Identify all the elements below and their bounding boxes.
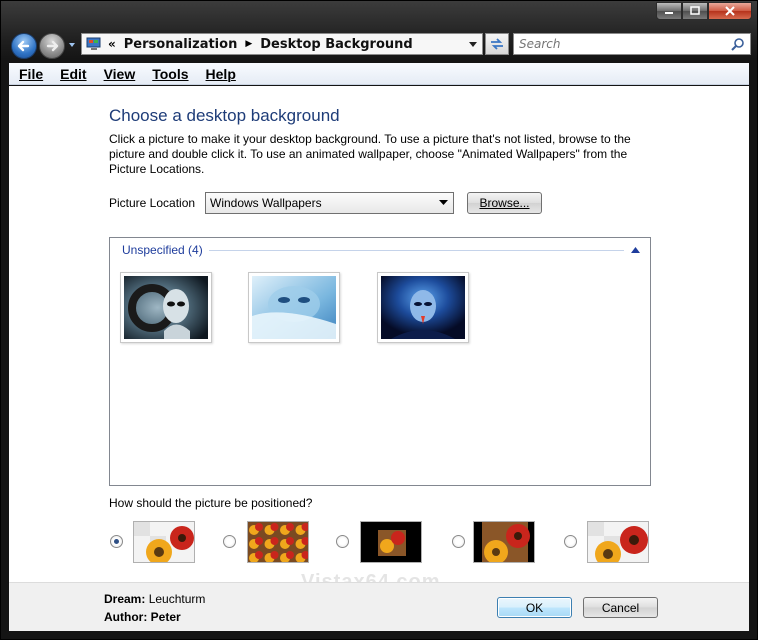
back-button[interactable] [11, 33, 37, 59]
app-window: « Personalization ▶ Desktop Background F… [0, 0, 758, 640]
dream-value: Leuchturm [148, 592, 206, 606]
refresh-button[interactable] [485, 33, 509, 55]
window-controls [656, 2, 752, 20]
arrow-right-icon [46, 40, 59, 52]
position-radio-stretch[interactable] [452, 535, 465, 548]
dream-info: Dream: Leuchturm [104, 592, 205, 606]
picture-location-value: Windows Wallpapers [210, 196, 322, 210]
breadcrumb-desktop-background[interactable]: Desktop Background [260, 37, 412, 52]
picture-location-select[interactable]: Windows Wallpapers [205, 192, 454, 214]
position-radio-fit[interactable] [110, 535, 123, 548]
minimize-button[interactable] [656, 2, 682, 20]
alien-wallpaper-image [124, 276, 208, 339]
forward-button[interactable] [39, 33, 65, 59]
close-icon [725, 6, 735, 16]
menu-edit[interactable]: Edit [60, 66, 86, 82]
position-preview-center[interactable] [360, 521, 422, 563]
chevron-up-icon [630, 247, 640, 253]
group-header[interactable]: Unspecified (4) [122, 242, 642, 258]
position-preview-tile[interactable] [247, 521, 309, 563]
footer-bar: Dream: Leuchturm Author: Peter OK Cancel [9, 582, 749, 631]
maximize-icon [690, 6, 700, 15]
position-preview-fit-image [134, 522, 194, 562]
position-preview-fill[interactable] [587, 521, 649, 563]
menu-file[interactable]: File [19, 66, 43, 82]
address-bar[interactable]: « Personalization ▶ Desktop Background [81, 33, 483, 55]
minimize-icon [665, 12, 673, 14]
browse-button[interactable]: Browse... [467, 192, 542, 214]
collapse-group-button[interactable] [628, 247, 642, 253]
recent-pages-dropdown-icon[interactable] [68, 41, 76, 49]
address-overflow-chevron[interactable]: « [108, 37, 116, 51]
cancel-button[interactable]: Cancel [583, 597, 658, 618]
position-radio-tile[interactable] [223, 535, 236, 548]
address-dropdown-icon[interactable] [468, 39, 478, 49]
wallpaper-thumbnail-alien[interactable] [120, 272, 212, 343]
position-preview-tile-image [248, 522, 308, 562]
face-wallpaper-image [252, 276, 336, 339]
breadcrumb-personalization[interactable]: Personalization [124, 37, 238, 52]
author-value: Peter [150, 610, 181, 624]
position-preview-fit[interactable] [133, 521, 195, 563]
page-title: Choose a desktop background [109, 106, 340, 125]
author-label: Author: [104, 610, 148, 624]
author-info: Author: Peter [104, 610, 181, 624]
refresh-icon [491, 38, 503, 50]
menu-tools[interactable]: Tools [152, 66, 188, 82]
group-label: Unspecified (4) [122, 243, 203, 257]
position-radio-fill[interactable] [564, 535, 577, 548]
picture-location-label: Picture Location [109, 196, 196, 210]
wallpaper-gallery[interactable]: Unspecified (4) [109, 237, 651, 486]
search-box[interactable] [513, 33, 751, 55]
menu-view[interactable]: View [104, 66, 136, 82]
ok-button[interactable]: OK [497, 597, 572, 618]
wallpaper-thumbnail-blue-alien[interactable] [377, 272, 469, 343]
position-question-label: How should the picture be positioned? [109, 496, 313, 510]
page-description: Click a picture to make it your desktop … [109, 132, 631, 176]
navigation-bar: « Personalization ▶ Desktop Background [9, 31, 751, 59]
close-button[interactable] [708, 2, 752, 20]
position-preview-fill-image [588, 522, 648, 562]
control-panel-icon [86, 37, 101, 50]
dream-label: Dream: [104, 592, 146, 606]
position-preview-center-image [361, 522, 421, 562]
menu-help[interactable]: Help [206, 66, 236, 82]
maximize-button[interactable] [682, 2, 708, 20]
search-input[interactable] [519, 37, 719, 51]
position-preview-stretch-image [474, 522, 534, 562]
wallpaper-thumbnail-face[interactable] [248, 272, 340, 343]
position-radio-center[interactable] [336, 535, 349, 548]
position-preview-stretch[interactable] [473, 521, 535, 563]
blue-alien-wallpaper-image [381, 276, 465, 339]
menu-bar: File Edit View Tools Help [9, 63, 749, 85]
breadcrumb-separator-icon[interactable]: ▶ [245, 39, 252, 49]
search-icon[interactable] [731, 37, 745, 51]
arrow-left-icon [17, 40, 30, 52]
main-content: Choose a desktop background Click a pict… [9, 86, 749, 582]
group-divider [208, 249, 624, 251]
chevron-down-icon [439, 200, 448, 205]
